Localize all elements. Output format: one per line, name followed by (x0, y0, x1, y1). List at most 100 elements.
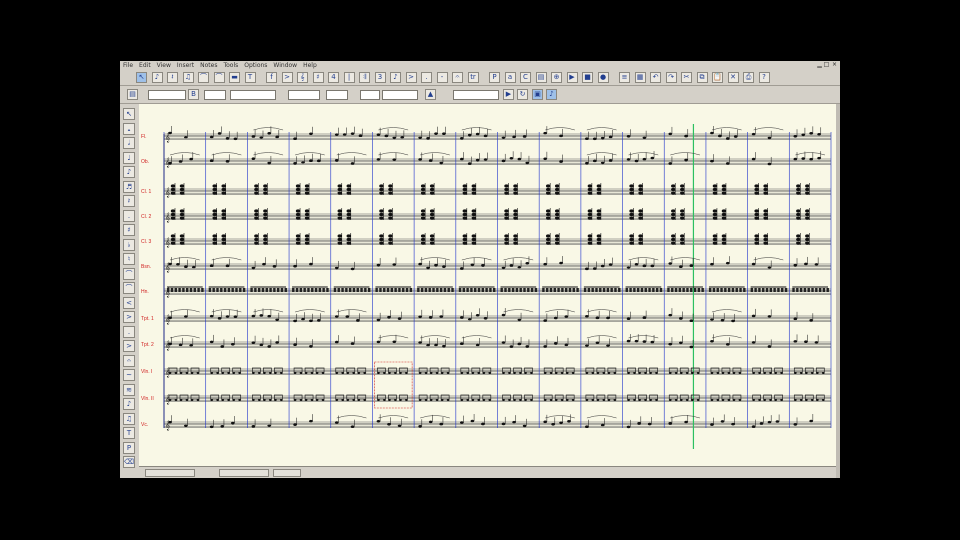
pointer-icon[interactable]: ↖ (123, 108, 135, 120)
redo-icon[interactable]: ↷ (665, 72, 677, 83)
play-icon[interactable]: ▶ (566, 72, 578, 83)
clef-icon[interactable]: 𝄞 (297, 72, 308, 83)
layout-icon[interactable]: ▦ (634, 72, 646, 83)
stop-icon[interactable]: ■ (582, 72, 593, 83)
meter-select[interactable] (326, 90, 348, 100)
beam-icon[interactable]: ▬ (229, 72, 240, 83)
accent-icon[interactable]: > (405, 72, 417, 83)
repeat-icon[interactable]: 𝄇 (359, 72, 370, 83)
articulation-icon[interactable]: > (281, 72, 293, 83)
layout-icon[interactable]: ▤ (127, 89, 138, 100)
score-canvas[interactable]: Fl. 𝄞Ob. 𝄞Cl. 1 𝄞Cl. 2 𝄞Cl. 3 𝄞Bsn. 𝄞Hn. 𝄞Tpt. … (139, 104, 836, 466)
tie-icon[interactable]: ⌒ (123, 267, 135, 280)
quarter-note-icon[interactable]: ♩ (123, 151, 135, 164)
score-page[interactable]: Fl. 𝄞 Ob. 𝄞 Cl. 1 𝄞 Cl. 2 𝄞 Cl. 3 𝄞 Bsn. 𝄞 Hn. 𝄞 Tpt. … (139, 104, 836, 466)
rest-icon[interactable]: 𝄽 (167, 72, 178, 83)
pedal-icon[interactable]: P (489, 72, 500, 83)
help-icon[interactable]: ? (758, 72, 770, 83)
chord-note (545, 241, 551, 245)
note-head (613, 399, 617, 401)
cut-icon[interactable]: ✂ (681, 72, 692, 83)
menu-tools[interactable]: Tools (220, 62, 241, 69)
tuplet-icon[interactable]: 3 (374, 72, 386, 83)
pedal-icon[interactable]: P (123, 441, 135, 454)
select-icon[interactable]: ↖ (136, 72, 147, 83)
dim-icon[interactable]: > (123, 311, 135, 323)
natural-icon[interactable]: ♮ (123, 253, 135, 265)
tremolo-icon[interactable]: ≋ (123, 383, 135, 396)
barline-icon[interactable]: | (343, 72, 355, 83)
record-icon[interactable]: ● (597, 72, 609, 83)
paste-icon[interactable]: 📋 (712, 72, 723, 83)
accent-icon[interactable]: > (123, 340, 135, 352)
menu-options[interactable]: Options (241, 62, 270, 69)
chord-icon[interactable]: ♫ (182, 72, 194, 83)
eraser-icon[interactable]: ⌫ (123, 456, 135, 468)
layer-select[interactable] (382, 90, 418, 100)
menu-file[interactable]: File (120, 62, 136, 69)
menu-insert[interactable]: Insert (174, 62, 197, 69)
note-icon[interactable]: ♪ (151, 72, 163, 83)
font-select[interactable] (230, 90, 276, 100)
menu-notes[interactable]: Notes (197, 62, 220, 69)
bold-icon[interactable]: B (188, 89, 199, 100)
loop-icon[interactable]: ↻ (517, 89, 528, 100)
rest-icon[interactable]: 𝄽 (123, 195, 135, 207)
mixer-icon[interactable]: ≡ (619, 72, 630, 83)
menu-help[interactable]: Help (300, 62, 320, 69)
zoom-icon[interactable]: ⊕ (551, 72, 562, 83)
time-icon[interactable]: 4 (328, 72, 339, 83)
print-icon[interactable]: ⎙ (743, 72, 754, 83)
close-button[interactable]: × (831, 62, 838, 68)
slur-icon[interactable]: ⌒ (213, 72, 225, 83)
play-from-icon[interactable]: ▶ (503, 89, 514, 100)
undo-icon[interactable]: ↶ (650, 72, 661, 83)
tempo-select[interactable] (288, 90, 320, 100)
fermata-icon[interactable]: 𝄐 (452, 72, 463, 83)
sixteenth-note-icon[interactable]: ♬ (123, 180, 135, 193)
up-icon[interactable]: ▲ (425, 89, 436, 100)
chord-icon[interactable]: ♫ (123, 412, 135, 425)
text-icon[interactable]: T (123, 427, 135, 439)
note-tool-icon[interactable]: ♪ (546, 89, 557, 100)
trill-icon[interactable]: ~ (123, 369, 135, 381)
vertical-scrollbar[interactable] (836, 104, 840, 478)
tenuto-icon[interactable]: - (436, 72, 448, 83)
minimize-button[interactable]: ▁ (816, 62, 823, 68)
menu-edit[interactable]: Edit (136, 62, 154, 69)
flat-icon[interactable]: ♭ (123, 238, 135, 251)
menu-view[interactable]: View (154, 62, 174, 69)
delete-icon[interactable]: ✕ (727, 72, 739, 83)
maximize-button[interactable]: □ (823, 62, 830, 68)
dot-icon[interactable]: . (123, 209, 135, 222)
page-icon[interactable]: ▤ (535, 72, 547, 83)
voice-select[interactable] (360, 90, 380, 100)
trill-icon[interactable]: tr (467, 72, 479, 83)
text-icon[interactable]: T (244, 72, 256, 83)
dynamic-icon[interactable]: f (266, 72, 277, 83)
key-icon[interactable]: ♯ (312, 72, 324, 83)
grace-icon[interactable]: ♪ (123, 398, 135, 410)
position-select[interactable] (453, 90, 499, 100)
slur-icon[interactable]: ⌒ (123, 282, 135, 294)
grace-icon[interactable]: ♪ (390, 72, 401, 83)
fermata-icon[interactable]: 𝄐 (123, 354, 135, 367)
staccato-icon[interactable]: . (421, 72, 432, 83)
menu-window[interactable]: Window (270, 62, 300, 69)
size-select[interactable] (204, 90, 226, 100)
style-select[interactable] (148, 90, 186, 100)
cresc-icon[interactable]: < (123, 296, 135, 309)
copy-icon[interactable]: ⧉ (696, 72, 708, 83)
eighth-note-icon[interactable]: ♪ (123, 166, 135, 178)
slur (253, 309, 284, 313)
chord-symbol-icon[interactable]: C (520, 72, 531, 83)
note-head (725, 343, 730, 346)
sharp-icon[interactable]: ♯ (123, 224, 135, 236)
lyric-icon[interactable]: a (504, 72, 516, 83)
tie-icon[interactable]: ⌒ (198, 72, 209, 83)
half-note-icon[interactable]: 𝅗𝅥 (123, 137, 135, 149)
whole-note-icon[interactable]: 𝅝 (123, 122, 135, 135)
note-head (357, 399, 361, 401)
staccato-icon[interactable]: . (123, 325, 135, 338)
select-tool-icon[interactable]: ▣ (532, 89, 543, 100)
